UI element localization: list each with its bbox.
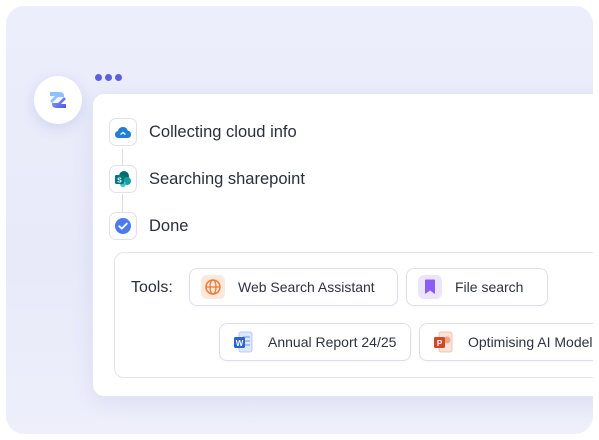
svg-text:W: W bbox=[236, 339, 244, 348]
svg-text:S: S bbox=[117, 177, 122, 184]
step-searching-sharepoint: S Searching sharepoint bbox=[109, 165, 305, 193]
globe-icon bbox=[201, 275, 225, 299]
progress-card: Collecting cloud info S Searching sharep… bbox=[92, 93, 593, 397]
tool-chip-optimising-ai-models[interactable]: P Optimising AI Models bbox=[419, 323, 593, 361]
tool-chip-annual-report[interactable]: W Annual Report 24/25 bbox=[219, 323, 411, 361]
step-label: Done bbox=[149, 216, 189, 235]
step-label: Collecting cloud info bbox=[149, 122, 297, 141]
typing-dot bbox=[95, 74, 102, 81]
tools-label: Tools: bbox=[131, 279, 173, 296]
background-panel: Collecting cloud info S Searching sharep… bbox=[6, 6, 593, 434]
bookmark-icon bbox=[418, 275, 442, 299]
typing-dot bbox=[115, 74, 122, 81]
tool-chip-label: Web Search Assistant bbox=[238, 279, 375, 295]
powerpoint-doc-icon: P bbox=[431, 330, 455, 354]
step-done: Done bbox=[109, 212, 188, 240]
tool-chip-file-search[interactable]: File search bbox=[406, 268, 548, 306]
check-icon bbox=[109, 212, 137, 240]
assistant-avatar bbox=[34, 76, 82, 124]
word-doc-icon: W bbox=[231, 330, 255, 354]
tool-chip-label: Annual Report 24/25 bbox=[268, 334, 397, 350]
tool-chip-label: File search bbox=[455, 279, 524, 295]
step-connector bbox=[122, 194, 123, 212]
tool-chip-label: Optimising AI Models bbox=[468, 334, 593, 350]
step-label: Searching sharepoint bbox=[149, 169, 305, 188]
tools-panel: Tools: Web Search Assistant File search … bbox=[114, 252, 593, 378]
tool-chip-web-search-assistant[interactable]: Web Search Assistant bbox=[189, 268, 398, 306]
assistant-logo-icon bbox=[50, 92, 66, 108]
typing-indicator bbox=[95, 74, 122, 81]
svg-text:P: P bbox=[437, 339, 443, 348]
typing-dot bbox=[105, 74, 112, 81]
step-collecting-cloud-info: Collecting cloud info bbox=[109, 118, 297, 146]
sharepoint-icon: S bbox=[109, 165, 137, 193]
cloud-icon bbox=[109, 118, 137, 146]
